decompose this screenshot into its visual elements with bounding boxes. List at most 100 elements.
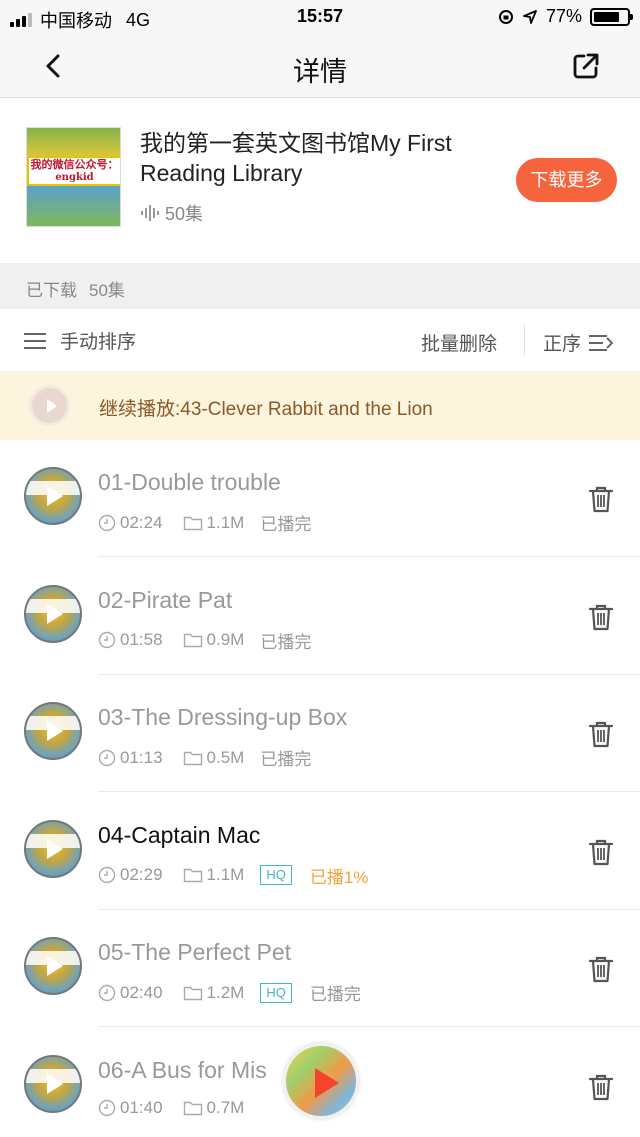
episode-row[interactable]: 04-Captain Mac 02:29 1.1M HQ 已播1% bbox=[0, 792, 640, 910]
episode-duration: 01:40 bbox=[120, 1097, 163, 1117]
episode-duration: 02:29 bbox=[120, 865, 163, 884]
episode-status: 已播完 bbox=[309, 985, 361, 1004]
clock-icon bbox=[98, 631, 116, 649]
cover-band: 我的微信公众号： engkid bbox=[27, 156, 120, 186]
play-icon bbox=[47, 603, 63, 624]
episode-row[interactable]: 01-Double trouble 02:24 1.1M 已播完 bbox=[0, 440, 640, 557]
downloaded-summary: 已下载 50集 bbox=[0, 263, 640, 309]
folder-icon bbox=[183, 751, 202, 765]
status-bar: 中国移动 4G 15:57 77% bbox=[0, 0, 640, 34]
menu-lines-icon bbox=[24, 332, 46, 349]
episode-size: 1.1M bbox=[206, 865, 245, 884]
download-more-button[interactable]: 下载更多 bbox=[516, 158, 617, 202]
sort-order-label: 正序 bbox=[543, 334, 582, 355]
episode-status: 已播完 bbox=[260, 515, 312, 534]
folder-icon bbox=[183, 868, 202, 883]
episode-size: 0.9M bbox=[206, 630, 245, 649]
album-cover[interactable]: 我的微信公众号： engkid bbox=[26, 127, 121, 227]
clock-icon bbox=[98, 984, 116, 1001]
battery-icon bbox=[590, 7, 633, 26]
batch-delete-button[interactable]: 批量删除 bbox=[421, 329, 497, 356]
play-icon bbox=[315, 1068, 339, 1098]
downloaded-label: 已下载 bbox=[26, 281, 77, 300]
episode-size: 1.2M bbox=[206, 982, 245, 1002]
episode-size: 1.1M bbox=[206, 512, 245, 532]
cover-subtext: engkid bbox=[55, 172, 94, 183]
hq-badge: HQ bbox=[260, 865, 292, 885]
downloaded-count: 50集 bbox=[89, 281, 125, 300]
play-icon bbox=[47, 486, 63, 506]
episode-status: 已播完 bbox=[260, 632, 312, 652]
battery-percent: 77% bbox=[545, 6, 582, 26]
continue-play-banner[interactable]: 继续播放:43-Clever Rabbit and the Lion bbox=[0, 371, 640, 440]
episode-row[interactable]: 02-Pirate Pat 01:58 0.9M 已播完 bbox=[0, 557, 640, 675]
page-title: 详情 bbox=[293, 57, 347, 87]
episode-title: 04-Captain Mac bbox=[98, 821, 261, 848]
clock-icon bbox=[98, 866, 116, 884]
trash-icon[interactable] bbox=[586, 837, 616, 867]
episode-title: 03-The Dressing-up Box bbox=[98, 704, 348, 730]
continue-play-text: 继续播放:43-Clever Rabbit and the Lion bbox=[99, 399, 433, 420]
episode-meta: 02:40 1.2M HQ 已播完 bbox=[98, 980, 361, 1005]
episode-title: 05-The Perfect Pet bbox=[98, 939, 292, 965]
trash-icon[interactable] bbox=[586, 602, 616, 632]
episode-thumbnail[interactable] bbox=[24, 584, 82, 643]
play-icon bbox=[47, 1073, 63, 1094]
episode-meta: 01:40 0.7M bbox=[98, 1098, 260, 1118]
folder-icon bbox=[183, 986, 202, 1000]
play-icon bbox=[47, 838, 63, 859]
episode-size: 0.5M bbox=[206, 747, 245, 767]
episode-duration: 02:24 bbox=[120, 512, 163, 532]
album-header: 我的微信公众号： engkid 我的第一套英文图书馆My First Readi… bbox=[0, 99, 640, 263]
rotation-lock-icon bbox=[498, 9, 513, 24]
trash-icon[interactable] bbox=[586, 719, 616, 749]
episode-meta: 01:13 0.5M 已播完 bbox=[98, 745, 311, 770]
list-toolbar: 手动排序 批量删除 正序 bbox=[0, 309, 640, 371]
clock-icon bbox=[98, 749, 116, 766]
episode-thumbnail[interactable] bbox=[24, 819, 82, 878]
trash-icon[interactable] bbox=[586, 1072, 616, 1102]
episode-thumbnail[interactable] bbox=[24, 702, 82, 760]
share-icon[interactable] bbox=[570, 50, 602, 82]
episode-meta: 01:58 0.9M 已播完 bbox=[98, 628, 311, 653]
sort-order-button[interactable]: 正序 bbox=[543, 329, 614, 356]
nav-bar: 详情 bbox=[0, 34, 640, 98]
sort-order-icon bbox=[589, 334, 614, 351]
hq-badge: HQ bbox=[260, 982, 292, 1003]
clock-icon bbox=[98, 514, 116, 531]
episode-title: 06-A Bus for Mis bbox=[98, 1056, 267, 1083]
folder-icon bbox=[183, 516, 202, 530]
play-icon bbox=[47, 721, 63, 741]
clock-icon bbox=[98, 1099, 116, 1116]
folder-icon bbox=[183, 1101, 202, 1115]
manual-sort-label: 手动排序 bbox=[60, 332, 137, 353]
episode-title: 02-Pirate Pat bbox=[98, 586, 233, 613]
episode-row[interactable]: 05-The Perfect Pet 02:40 1.2M HQ 已播完 bbox=[0, 910, 640, 1027]
episode-duration: 01:13 bbox=[120, 747, 163, 767]
play-icon[interactable] bbox=[29, 385, 70, 426]
toolbar-divider bbox=[524, 325, 525, 355]
status-right: 77% bbox=[498, 6, 633, 27]
episode-meta: 02:24 1.1M 已播完 bbox=[98, 510, 311, 535]
location-icon bbox=[523, 9, 537, 24]
episode-thumbnail[interactable] bbox=[24, 467, 82, 525]
episode-thumbnail[interactable] bbox=[24, 937, 82, 995]
episode-count-label: 50集 bbox=[165, 204, 204, 224]
album-title: 我的第一套英文图书馆My First Reading Library bbox=[140, 130, 452, 186]
floating-player-button[interactable] bbox=[283, 1043, 359, 1119]
folder-icon bbox=[183, 633, 202, 648]
audio-wave-icon bbox=[141, 205, 159, 221]
trash-icon[interactable] bbox=[586, 954, 616, 984]
trash-icon[interactable] bbox=[586, 484, 616, 514]
episode-duration: 02:40 bbox=[120, 982, 163, 1002]
manual-sort-button[interactable]: 手动排序 bbox=[24, 327, 136, 354]
episode-status: 已播1% bbox=[309, 867, 369, 887]
episode-thumbnail[interactable] bbox=[24, 1054, 82, 1113]
cover-text: 我的微信公众号： bbox=[30, 158, 119, 171]
play-icon bbox=[47, 956, 63, 976]
episode-status: 已播完 bbox=[260, 750, 312, 769]
episode-duration: 01:58 bbox=[120, 630, 163, 649]
episode-size: 0.7M bbox=[206, 1097, 245, 1117]
episode-meta: 02:29 1.1M HQ 已播1% bbox=[98, 863, 368, 888]
episode-row[interactable]: 03-The Dressing-up Box 01:13 0.5M 已播完 bbox=[0, 675, 640, 792]
